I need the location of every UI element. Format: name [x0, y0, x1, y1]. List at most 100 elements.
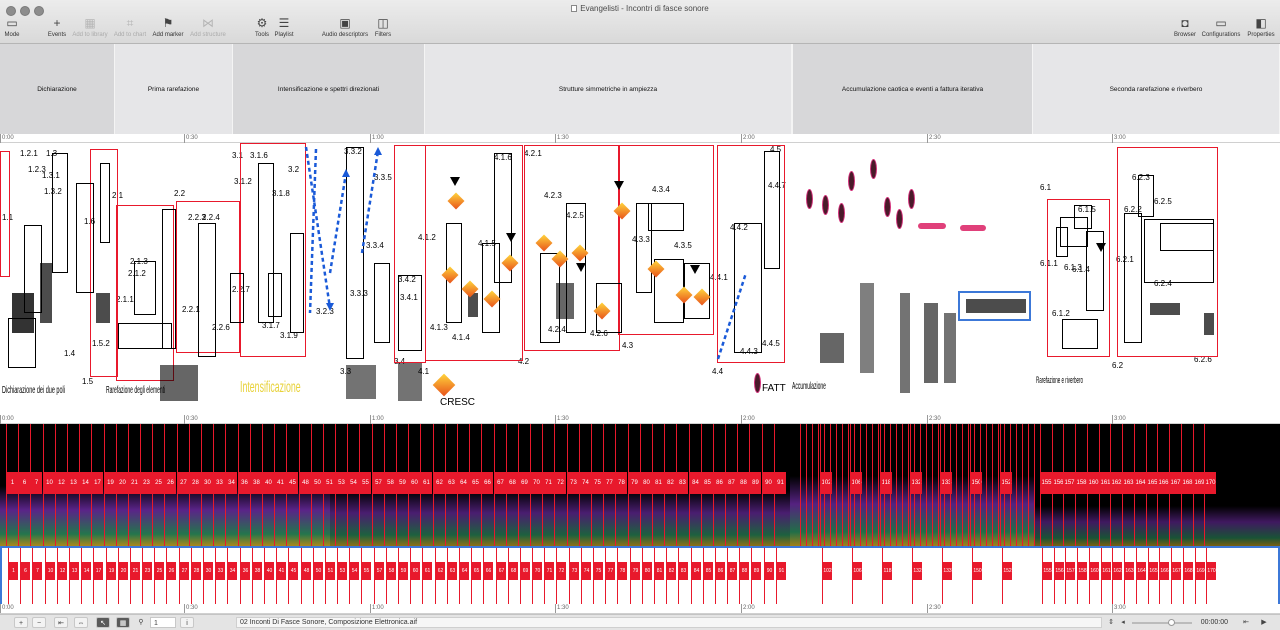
overview-marker-tag[interactable]: 58 [387, 562, 396, 580]
marker-line[interactable] [1022, 424, 1023, 546]
marker-line[interactable] [902, 424, 903, 546]
overview-marker-tag[interactable]: 168 [1184, 562, 1193, 580]
overview-marker-tag[interactable]: 83 [679, 562, 688, 580]
marker-line[interactable] [800, 424, 801, 546]
overview-marker-tag[interactable]: 48 [302, 562, 311, 580]
grid-view-icon[interactable]: ▦ [116, 617, 130, 628]
marker-line[interactable] [878, 424, 879, 546]
overview-marker-tag[interactable]: 71 [545, 562, 554, 580]
marker-tag[interactable]: 88 [738, 472, 749, 494]
marker-line[interactable] [890, 424, 891, 546]
marker-tag[interactable]: 80 [641, 472, 652, 494]
overview-marker-tag[interactable]: 91 [777, 562, 786, 580]
overview-marker-tag[interactable]: 26 [167, 562, 176, 580]
marker-tag[interactable]: 50 [312, 472, 323, 494]
overview-marker-tag[interactable]: 21 [131, 562, 140, 580]
overview-marker-tag[interactable]: 59 [399, 562, 408, 580]
mode-button[interactable]: ▭ Mode [2, 16, 22, 38]
overview-marker-tag[interactable]: 87 [728, 562, 737, 580]
marker-tag[interactable]: 166 [1158, 472, 1169, 494]
overview-marker-tag[interactable]: 164 [1137, 562, 1146, 580]
marker-line[interactable] [992, 424, 993, 546]
marker-tag[interactable]: 170 [1205, 472, 1216, 494]
go-start-icon[interactable]: ⇤ [54, 617, 68, 628]
section-block[interactable]: Dichiarazione [0, 44, 115, 134]
marker-line[interactable] [932, 424, 933, 546]
marker-tag[interactable]: 34 [226, 472, 237, 494]
marker-tag[interactable]: 73 [568, 472, 579, 494]
marker-line[interactable] [986, 424, 987, 546]
overview-marker-tag[interactable]: 74 [582, 562, 591, 580]
tools-button[interactable]: ⚙ Tools [252, 16, 272, 38]
marker-line[interactable] [884, 424, 885, 546]
marker-tag[interactable]: 74 [580, 472, 591, 494]
overview-marker-tag[interactable]: 85 [704, 562, 713, 580]
overview-marker-tag[interactable]: 67 [497, 562, 506, 580]
overview-marker-tag[interactable]: 28 [192, 562, 201, 580]
marker-tag[interactable]: 41 [275, 472, 286, 494]
marker-tag[interactable]: 64 [458, 472, 469, 494]
marker-tag[interactable]: 45 [287, 472, 298, 494]
overview-marker-tag[interactable]: 170 [1207, 562, 1216, 580]
marker-tag[interactable]: 158 [1076, 472, 1087, 494]
marker-line[interactable] [812, 424, 813, 546]
marker-tag[interactable]: 86 [714, 472, 725, 494]
marker-tag[interactable]: 66 [482, 472, 493, 494]
overview-marker-tag[interactable]: 82 [667, 562, 676, 580]
marker-tag[interactable]: 13 [68, 472, 79, 494]
add-structure-button[interactable]: ⋈ Add structure [187, 16, 229, 38]
overview-marker-tag[interactable]: 132 [913, 562, 922, 580]
marker-tag[interactable]: 1 [7, 472, 18, 494]
marker-tag[interactable]: 23 [141, 472, 152, 494]
play-icon[interactable]: ▶ [1258, 617, 1270, 628]
marker-tag[interactable]: 89 [750, 472, 761, 494]
marker-line[interactable] [848, 424, 849, 546]
popup-arrows-icon[interactable]: ⇕ [1106, 617, 1116, 628]
marker-tag[interactable]: 62 [434, 472, 445, 494]
time-ruler-top[interactable]: 0:00 0:30 1:00 1:30 2:00 2:30 3:00 [0, 134, 1280, 143]
marker-tag[interactable]: 81 [653, 472, 664, 494]
section-block[interactable]: Prima rarefazione [115, 44, 233, 134]
marker-line[interactable] [920, 424, 921, 546]
overview-marker-tag[interactable]: 55 [362, 562, 371, 580]
overview-marker-tag[interactable]: 155 [1043, 562, 1052, 580]
marker-line[interactable] [980, 424, 981, 546]
overview-marker-tag[interactable]: 89 [752, 562, 761, 580]
marker-tag[interactable]: 167 [1170, 472, 1181, 494]
remove-button[interactable]: − [32, 617, 46, 628]
overview-marker-tag[interactable]: 165 [1149, 562, 1158, 580]
marker-tag[interactable]: 59 [397, 472, 408, 494]
add-to-library-button[interactable]: ▦ Add to library [70, 16, 110, 38]
overview-marker-tag[interactable]: 25 [155, 562, 164, 580]
volume-slider[interactable] [1132, 622, 1192, 624]
marker-tag[interactable]: 57 [373, 472, 384, 494]
overview-marker-tag[interactable]: 12 [58, 562, 67, 580]
time-ruler-bottom[interactable]: 0:00 0:30 1:00 1:30 2:00 2:30 3:00 [0, 604, 1280, 614]
overview-marker-tag[interactable]: 80 [643, 562, 652, 580]
add-button[interactable]: + [14, 617, 28, 628]
overview-marker-tag[interactable]: 63 [448, 562, 457, 580]
marker-line[interactable] [1010, 424, 1011, 546]
marker-tag[interactable]: 26 [165, 472, 176, 494]
speaker-icon[interactable]: ◂ [1118, 617, 1128, 628]
events-button[interactable]: + Events [44, 16, 70, 38]
marker-tag[interactable]: 21 [129, 472, 140, 494]
overview-marker-tag[interactable]: 60 [411, 562, 420, 580]
overview-marker-tag[interactable]: 57 [375, 562, 384, 580]
marker-tag[interactable]: 63 [446, 472, 457, 494]
marker-line[interactable] [806, 424, 807, 546]
marker-line[interactable] [866, 424, 867, 546]
overview-marker-tag[interactable]: 160 [1090, 562, 1099, 580]
marker-line[interactable] [824, 424, 825, 546]
overview-marker-tag[interactable]: 27 [180, 562, 189, 580]
marker-tag[interactable]: 17 [92, 472, 103, 494]
marker-tag[interactable]: 61 [421, 472, 432, 494]
marker-line[interactable] [854, 424, 855, 546]
search-icon[interactable]: ⚲ [136, 617, 146, 628]
overview-marker-tag[interactable]: 65 [472, 562, 481, 580]
marker-line[interactable] [908, 424, 909, 546]
marker-line[interactable] [950, 424, 951, 546]
spectrogram-lane[interactable]: 1 6 7 10 12 13 14 17 19 20 21 23 25 26 27 28 30 33 34 36 38 4… [0, 424, 1280, 546]
overview-marker-tag[interactable]: 13 [70, 562, 79, 580]
marker-tag[interactable]: 90 [763, 472, 774, 494]
